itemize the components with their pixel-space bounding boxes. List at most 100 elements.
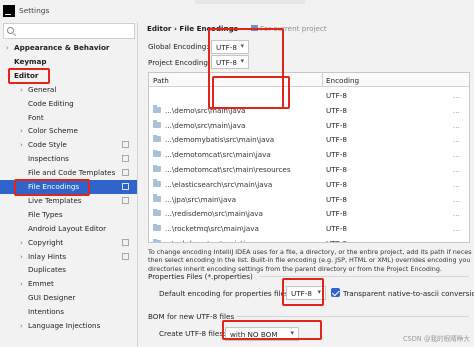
sidebar-item[interactable]: › Appearance & Behavior: [0, 41, 137, 55]
row-path: ...\demotomcat\src\main\resources: [165, 165, 291, 174]
row-more-button[interactable]: ...: [453, 195, 460, 204]
row-path: ...\demo\src\main\java: [165, 120, 246, 130]
sidebar-item[interactable]: Keymap: [0, 55, 137, 69]
row-more-button[interactable]: ...: [453, 239, 460, 242]
row-more-button[interactable]: ...: [453, 121, 460, 130]
row-encoding[interactable]: UTF-8: [326, 121, 347, 130]
row-encoding[interactable]: UTF-8: [326, 239, 347, 242]
sidebar-item[interactable]: Font: [0, 111, 137, 125]
table-row[interactable]: ...\demo\src\main\java UTF-8...: [149, 118, 469, 133]
table-row[interactable]: ...\solrdemo\src\main\java UTF-8...: [149, 236, 469, 242]
create-utf8-label: Create UTF-8 files:: [159, 329, 226, 338]
highlight-bom: [222, 320, 322, 340]
sidebar-item-label: Appearance & Behavior: [14, 43, 110, 52]
row-path: ...\rocketmq\src\main\java: [165, 224, 259, 234]
table-header: Path Encoding: [149, 73, 469, 87]
sidebar-item[interactable]: › Copyright: [0, 236, 137, 250]
settings-search-input[interactable]: [3, 23, 135, 39]
sidebar-item[interactable]: Intentions: [0, 305, 137, 319]
watermark: CSDN @我的眼睛睁大: [402, 335, 470, 343]
table-row[interactable]: ...\rocketmq\src\main\java UTF-8...: [149, 221, 469, 236]
row-encoding[interactable]: UTF-8: [326, 224, 347, 233]
table-row[interactable]: ...\demo\src\main\java UTF-8...: [149, 103, 469, 118]
row-encoding[interactable]: UTF-8: [326, 195, 347, 204]
row-more-button[interactable]: ...: [453, 224, 460, 233]
sidebar-item[interactable]: › Emmet: [0, 277, 137, 291]
sidebar-item[interactable]: › General: [0, 83, 137, 97]
sidebar-item[interactable]: Code Editing: [0, 97, 137, 111]
folder-icon: [153, 223, 161, 232]
table-row[interactable]: ...\redisdemo\src\main\java UTF-8...: [149, 206, 469, 221]
sidebar-item[interactable]: Inspections: [0, 152, 137, 166]
transparent-ascii-checkbox[interactable]: [331, 288, 340, 297]
sidebar-item-label: Inlay Hints: [28, 251, 67, 261]
path-encoding-table: Path Encoding UTF-8... ...\demo\src\main\…: [148, 72, 470, 243]
sidebar-item-label: GUI Designer: [28, 293, 76, 303]
row-more-button[interactable]: ...: [453, 165, 460, 174]
row-encoding[interactable]: UTF-8: [326, 180, 347, 189]
sidebar-item[interactable]: Android Layout Editor: [0, 222, 137, 236]
row-encoding[interactable]: UTF-8: [326, 150, 347, 159]
description-line: To change encoding IntelliJ IDEA uses fo…: [148, 248, 472, 256]
sidebar-item[interactable]: Duplicates: [0, 263, 137, 277]
folder-icon: [153, 194, 161, 202]
sidebar-item[interactable]: › Color Scheme: [0, 124, 137, 138]
folder-icon: [153, 149, 161, 158]
row-encoding[interactable]: UTF-8: [326, 209, 347, 218]
window-title: Settings: [19, 6, 50, 15]
table-row[interactable]: ...\demotomcat\src\main\java UTF-8...: [149, 147, 469, 162]
folder-icon: [153, 120, 161, 128]
sidebar-item-label: Duplicates: [28, 265, 66, 275]
row-encoding[interactable]: UTF-8: [326, 91, 347, 100]
row-more-button[interactable]: ...: [453, 209, 460, 218]
bom-section-title: BOM for new UTF-8 files: [148, 312, 235, 321]
expand-arrow-icon: ›: [20, 141, 23, 150]
project-settings-icon: [122, 155, 129, 163]
title-strip: [195, 0, 305, 4]
expand-arrow-icon: ›: [20, 322, 23, 330]
sidebar-item-label: Live Templates: [28, 195, 82, 205]
sidebar-item-label: File Types: [28, 209, 63, 219]
project-settings-icon: [122, 169, 129, 177]
row-encoding[interactable]: UTF-8: [326, 106, 347, 115]
sidebar-item[interactable]: › Language Injections: [0, 319, 137, 333]
expand-arrow-icon: ›: [6, 44, 9, 52]
sidebar-item[interactable]: › Inlay Hints: [0, 250, 137, 264]
row-more-button[interactable]: ...: [453, 91, 460, 100]
sidebar-item[interactable]: File and Code Templates: [0, 166, 137, 180]
table-row[interactable]: UTF-8...: [149, 88, 469, 103]
row-more-button[interactable]: ...: [453, 106, 460, 115]
row-encoding[interactable]: UTF-8: [326, 135, 347, 144]
row-more-button[interactable]: ...: [453, 180, 460, 189]
section-divider: [237, 316, 469, 317]
table-row[interactable]: ...\elasticsearch\src\main\java UTF-8...: [149, 177, 469, 192]
sidebar-item[interactable]: File Types: [0, 208, 137, 222]
properties-section-title: Properties Files (*.properties): [148, 272, 253, 281]
table-row[interactable]: ...\demotomcat\src\main\resources UTF-8..…: [149, 162, 469, 177]
row-path: ...\demomybatis\src\main\java: [165, 135, 275, 145]
sidebar-item-label: Language Injections: [28, 321, 101, 330]
expand-arrow-icon: ›: [20, 127, 23, 136]
highlight-file-encodings: [14, 179, 90, 196]
sidebar-item-label: Emmet: [28, 279, 54, 289]
project-settings-icon: [122, 238, 129, 246]
folder-icon: [153, 134, 161, 143]
row-more-button[interactable]: ...: [453, 135, 460, 144]
sidebar-item-label: Keymap: [14, 56, 47, 66]
column-divider: [322, 73, 323, 87]
folder-icon: [153, 164, 161, 172]
sidebar-item[interactable]: › Code Style: [0, 138, 137, 152]
row-more-button[interactable]: ...: [453, 150, 460, 159]
sidebar-item-label: Copyright: [28, 237, 64, 247]
transparent-ascii-label: Transparent native-to-ascii conversion: [343, 289, 474, 298]
project-settings-icon: [122, 252, 129, 260]
table-row[interactable]: ...\demomybatis\src\main\java UTF-8...: [149, 132, 469, 147]
project-settings-icon: [122, 196, 129, 204]
column-header-path[interactable]: Path: [153, 76, 169, 85]
column-header-encoding[interactable]: Encoding: [326, 76, 359, 85]
expand-arrow-icon: ›: [20, 280, 23, 289]
table-row[interactable]: ...\jpa\src\main\java UTF-8...: [149, 192, 469, 207]
global-encoding-label: Global Encoding:: [148, 42, 209, 51]
sidebar-item[interactable]: GUI Designer: [0, 291, 137, 305]
row-encoding[interactable]: UTF-8: [326, 165, 347, 174]
